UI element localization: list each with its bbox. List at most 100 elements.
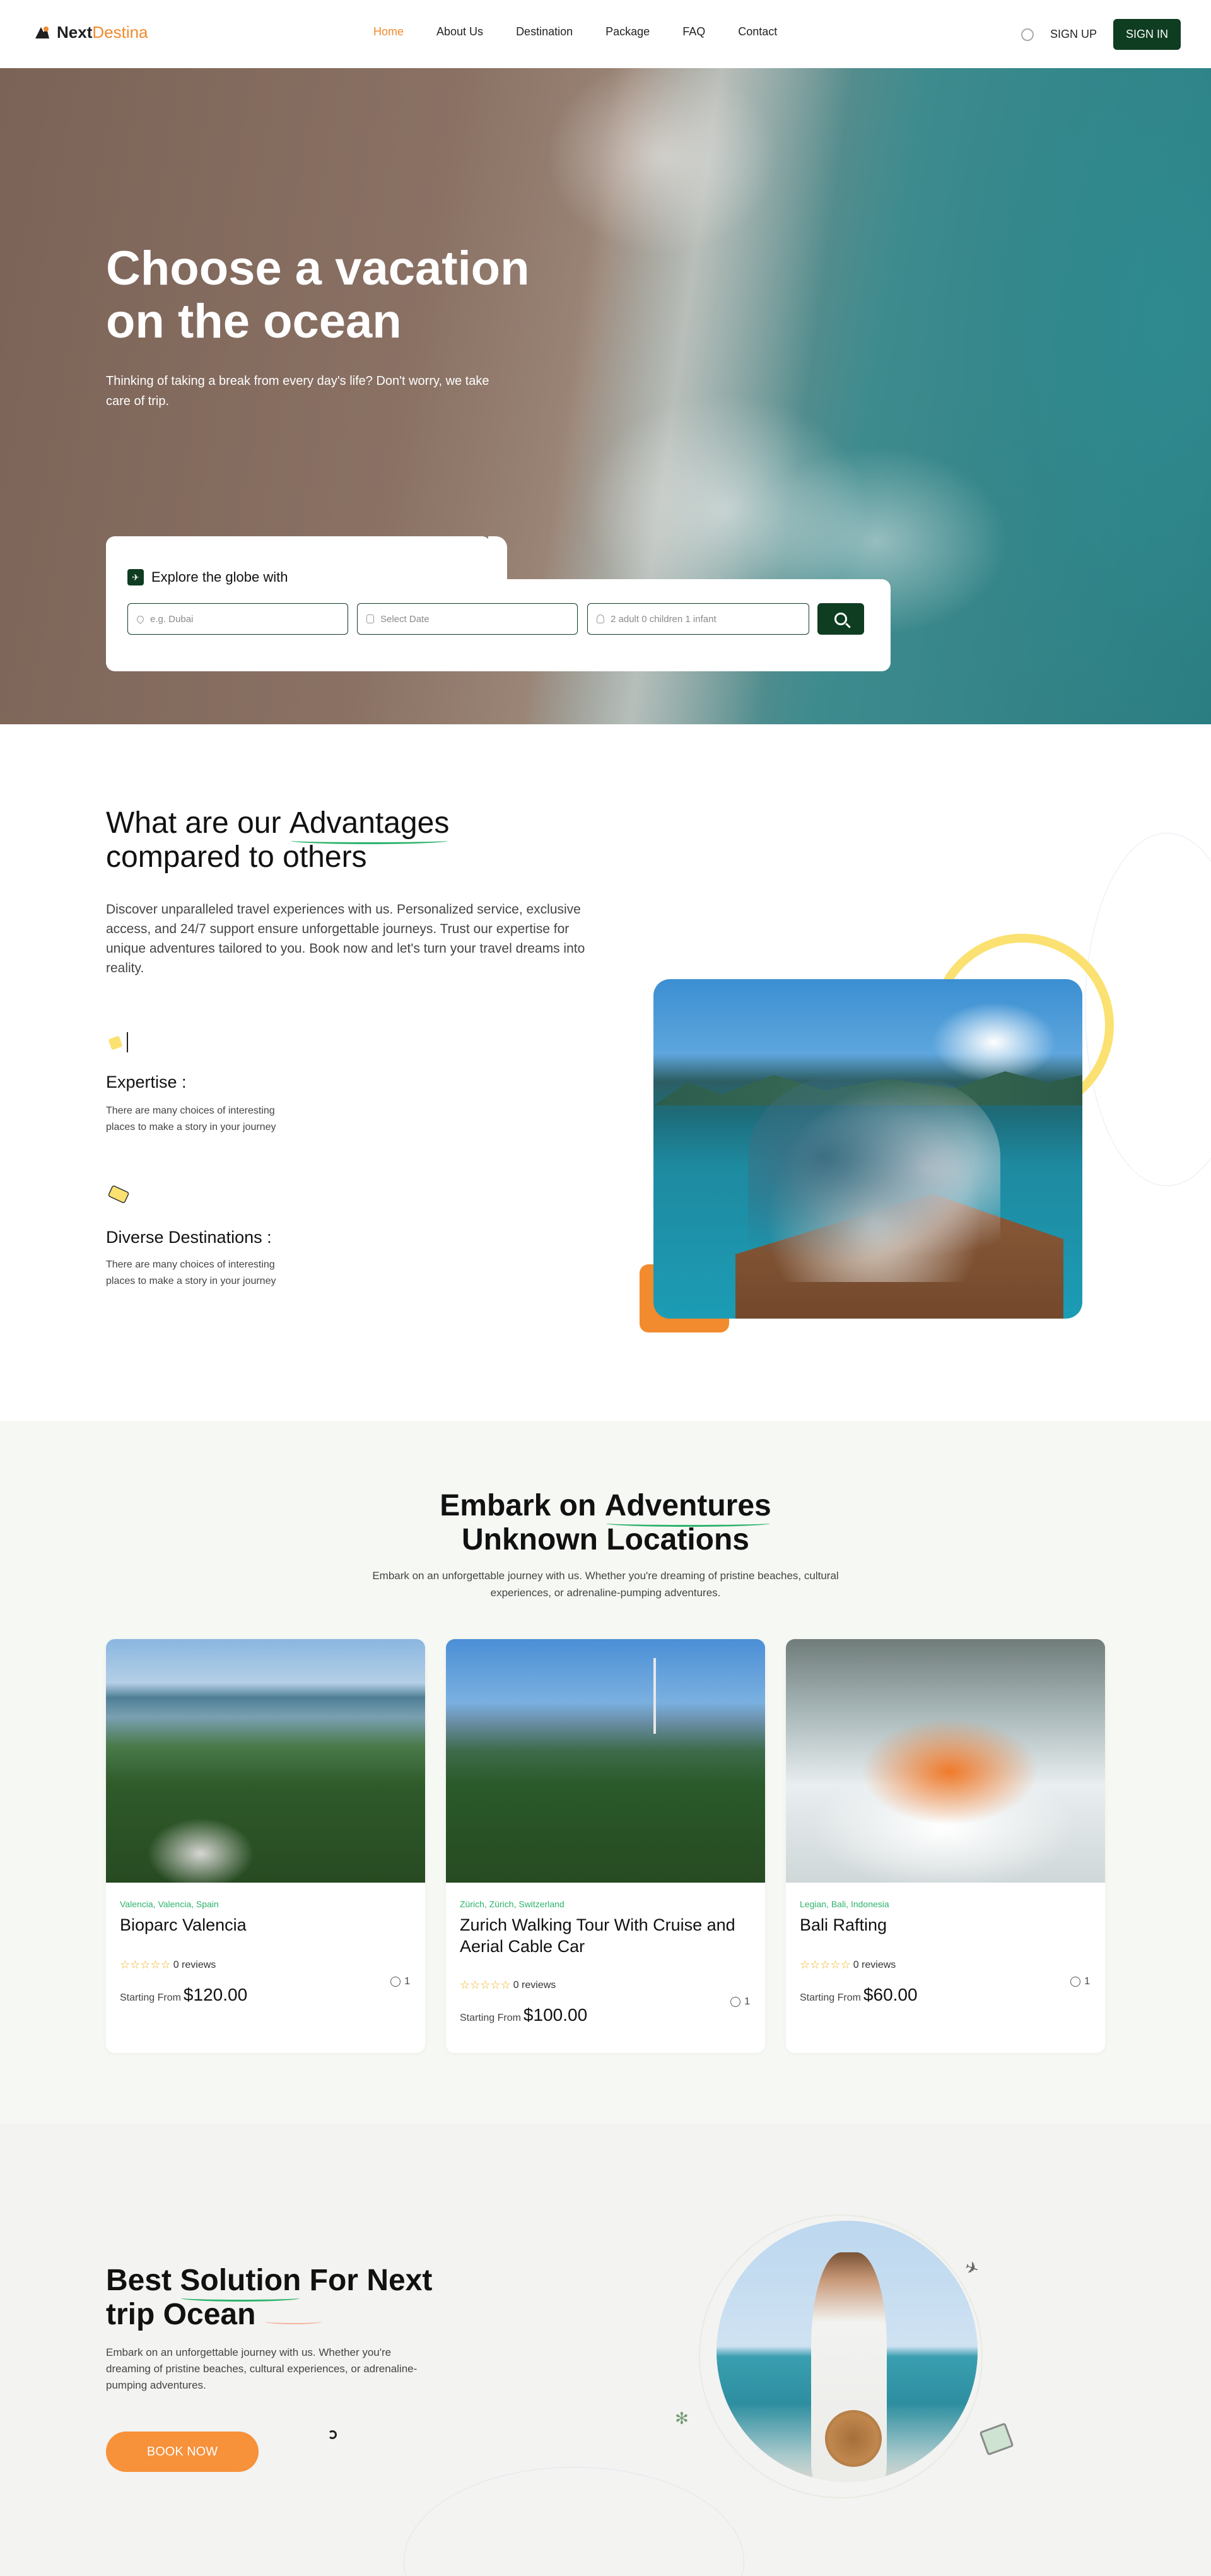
tour-card-title[interactable]: Bali Rafting — [800, 1914, 1096, 1936]
tour-card-price: Starting From $100.00 — [460, 2005, 587, 2025]
tour-card[interactable]: Zürich, Zürich, Switzerland Zurich Walki… — [446, 1639, 765, 2053]
tour-card[interactable]: Legian, Bali, Indonesia Bali Rafting ☆☆☆… — [786, 1639, 1105, 2053]
tour-card-location: Zürich, Zürich, Switzerland — [460, 1899, 565, 1909]
nav-link-contact[interactable]: Contact — [738, 25, 777, 38]
search-panel: ✈ Explore the globe with e.g. Dubai Sele… — [106, 536, 891, 671]
star-icon: ☆☆☆☆☆ — [800, 1958, 851, 1971]
guests-input[interactable]: 2 adult 0 children 1 infant — [587, 603, 809, 635]
tour-card-price-label: Starting From — [800, 1992, 861, 2003]
tour-card-duration-value: 1 — [404, 1976, 410, 1987]
tour-card-price-value: $100.00 — [523, 2005, 588, 2025]
tour-card[interactable]: Valencia, Valencia, Spain Bioparc Valenc… — [106, 1639, 425, 2053]
tour-card-duration: 1 — [1070, 1976, 1090, 1987]
nav-actions: SIGN UP SIGN IN — [1021, 19, 1181, 50]
language-globe-icon[interactable] — [1021, 28, 1034, 41]
feature-desc-expertise: There are many choices of interesting pl… — [106, 1105, 276, 1132]
destination-input[interactable]: e.g. Dubai — [127, 603, 348, 635]
tour-card-price-label: Starting From — [460, 2013, 521, 2023]
guests-placeholder: 2 adult 0 children 1 infant — [611, 613, 717, 625]
tour-card-rating: ☆☆☆☆☆ 0 reviews — [120, 1958, 216, 1972]
tour-card-duration: 1 — [730, 1996, 750, 2008]
sign-up-button[interactable]: SIGN UP — [1050, 28, 1097, 41]
date-placeholder: Select Date — [380, 613, 430, 625]
expertise-icon — [108, 1032, 128, 1052]
best-solution-photo-woman-beach — [717, 2221, 978, 2482]
tour-card-duration-value: 1 — [1084, 1976, 1090, 1987]
tour-card-title[interactable]: Bioparc Valencia — [120, 1914, 416, 1936]
embark-title: Embark on Adventures Unknown Locations — [290, 1489, 921, 1557]
advantages-title-highlight: Advantages — [289, 806, 450, 844]
nav-link-home[interactable]: Home — [373, 25, 404, 38]
tour-card-title[interactable]: Zurich Walking Tour With Cruise and Aeri… — [460, 1914, 756, 1957]
advantages-title-pre: What are our — [106, 806, 290, 840]
hero-subtitle: Thinking of taking a break from every da… — [106, 374, 489, 408]
calendar-icon — [366, 615, 374, 623]
embark-title-post: Unknown Locations — [462, 1523, 749, 1556]
feature-title-diverse-destinations: Diverse Destinations : — [106, 1228, 272, 1247]
decorative-squiggle — [265, 2319, 322, 2324]
destinations-ticket-icon — [108, 1185, 129, 1203]
search-button[interactable] — [817, 603, 864, 635]
star-icon: ☆☆☆☆☆ — [460, 1979, 511, 1991]
nav-link-package[interactable]: Package — [606, 25, 650, 38]
tour-card-duration: 1 — [390, 1976, 410, 1987]
main-menu: Home About Us Destination Package FAQ Co… — [373, 25, 810, 38]
location-pin-icon — [135, 614, 146, 624]
tour-card-price: Starting From $60.00 — [800, 1985, 918, 2005]
tour-card-location: Legian, Bali, Indonesia — [800, 1899, 889, 1909]
advantages-title: What are our Advantages compared to othe… — [106, 806, 674, 874]
tour-card-duration-value: 1 — [744, 1996, 750, 2007]
photo-hat — [825, 2410, 882, 2467]
clock-icon — [1070, 1977, 1081, 1987]
tour-card-location: Valencia, Valencia, Spain — [120, 1899, 219, 1909]
feature-desc-diverse-destinations: There are many choices of interesting pl… — [106, 1259, 276, 1286]
nav-link-faq[interactable]: FAQ — [682, 25, 705, 38]
destination-placeholder: e.g. Dubai — [150, 613, 194, 625]
logo-text-next: Next — [57, 23, 93, 42]
embark-title-pre: Embark on — [440, 1489, 605, 1522]
tour-card-image[interactable] — [106, 1639, 425, 1883]
tour-card-rating: ☆☆☆☆☆ 0 reviews — [460, 1979, 556, 1992]
embark-subtitle: Embark on an unforgettable journey with … — [372, 1570, 839, 1599]
top-navbar: Next Destina Home About Us Destination Pa… — [0, 0, 1211, 68]
logo-mark-icon — [35, 26, 49, 38]
search-label-text: Explore the globe with — [151, 569, 288, 585]
tour-card-reviews: 0 reviews — [173, 1959, 216, 1970]
logo-text-destina: Destina — [92, 23, 148, 42]
tour-card-reviews: 0 reviews — [853, 1959, 896, 1970]
palm-tree-icon: ✻ — [675, 2409, 689, 2428]
tour-card-price-label: Starting From — [120, 1992, 181, 2003]
nav-link-destination[interactable]: Destination — [516, 25, 573, 38]
best-title-highlight: Solution — [180, 2264, 301, 2302]
person-icon — [597, 615, 604, 623]
hero-title: Choose a vacation on the ocean — [106, 242, 530, 348]
clock-icon — [730, 1997, 741, 2007]
tour-card-reviews: 0 reviews — [513, 1979, 556, 1991]
book-now-button[interactable]: BOOK NOW — [106, 2432, 259, 2472]
tour-card-image[interactable] — [446, 1639, 765, 1883]
photo-people — [748, 1074, 1000, 1282]
star-icon: ☆☆☆☆☆ — [120, 1958, 171, 1971]
site-logo[interactable]: Next Destina — [33, 23, 148, 42]
sign-in-button[interactable]: SIGN IN — [1113, 19, 1181, 50]
embark-title-highlight: Adventures — [604, 1489, 771, 1527]
tour-card-image[interactable] — [786, 1639, 1105, 1883]
tour-card-price: Starting From $120.00 — [120, 1985, 247, 2005]
best-title-pre: Best — [106, 2264, 180, 2297]
search-icon — [834, 613, 847, 625]
best-solution-description: Embark on an unforgettable journey with … — [106, 2346, 418, 2391]
search-label: ✈ Explore the globe with — [127, 569, 288, 585]
explore-icon: ✈ — [127, 569, 144, 585]
advantages-description: Discover unparalleled travel experiences… — [106, 902, 585, 975]
tour-card-rating: ☆☆☆☆☆ 0 reviews — [800, 1958, 896, 1972]
date-input[interactable]: Select Date — [357, 603, 578, 635]
feature-title-expertise: Expertise : — [106, 1073, 187, 1091]
tour-card-price-value: $60.00 — [863, 1985, 918, 2004]
clock-icon — [390, 1977, 401, 1987]
tour-card-price-value: $120.00 — [183, 1985, 248, 2004]
advantages-title-post: compared to others — [106, 840, 367, 874]
decorative-hook-icon — [328, 2430, 337, 2439]
nav-link-about-us[interactable]: About Us — [436, 25, 483, 38]
search-panel-tab-corner — [488, 536, 507, 582]
advantages-photo-friends-on-boat — [653, 979, 1082, 1319]
